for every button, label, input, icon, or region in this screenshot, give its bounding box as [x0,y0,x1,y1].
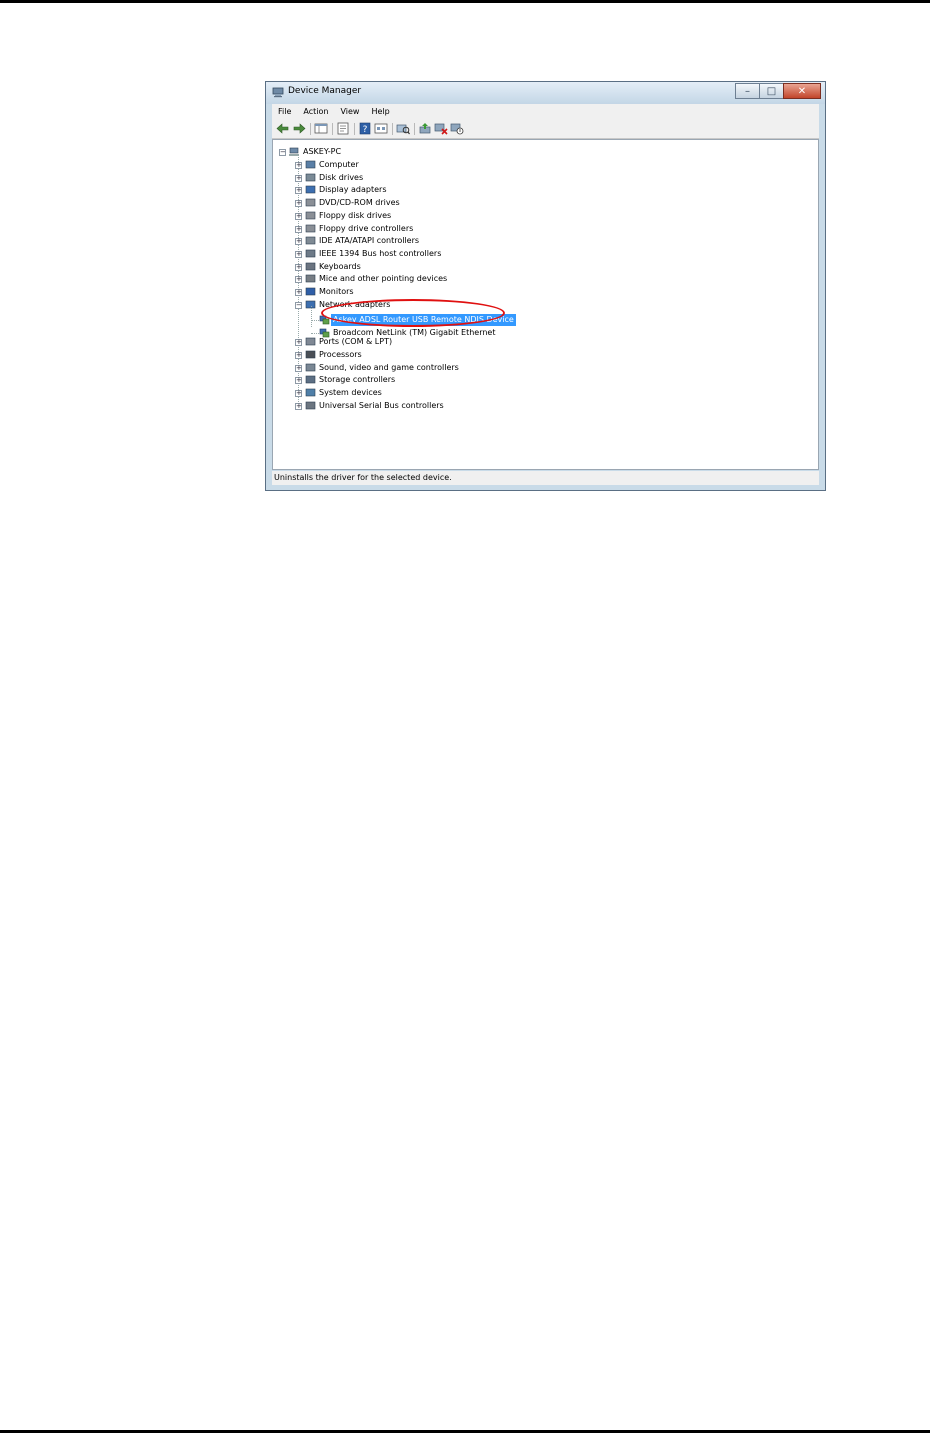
menu-action[interactable]: Action [297,104,334,116]
system-devices-icon [305,388,316,397]
tree-category-computer[interactable]: Computer [319,159,359,171]
tree-category-universal-serial-bus-controllers[interactable]: Universal Serial Bus controllers [319,400,444,412]
floppy-disk-drives-icon [305,211,316,220]
maximize-icon: □ [766,86,777,97]
device-manager-window: Device Manager – □ ✕ File Action View Help … [265,81,826,491]
tree-category-disk-drives[interactable]: Disk drives [319,172,363,184]
ide-ata-atapi-controllers-icon [305,236,316,245]
processors-icon [305,350,316,359]
toolbar-separator [414,123,415,135]
monitors-icon [305,287,316,296]
collapse-network-adapters-toggle[interactable]: − [295,302,302,309]
expand-processors-toggle[interactable]: + [295,352,302,359]
storage-controllers-icon [305,375,316,384]
menu-file[interactable]: File [272,104,297,116]
highlight-ring-annotation [321,299,505,327]
svg-text:?: ? [363,125,368,135]
expand-universal-serial-bus-controllers-toggle[interactable]: + [295,403,302,410]
window-title: Device Manager [288,86,362,96]
close-icon: ✕ [797,86,807,97]
expand-storage-controllers-toggle[interactable]: + [295,377,302,384]
minimize-icon: – [745,86,750,97]
expand-mice-and-other-pointing-devices-toggle[interactable]: + [295,276,302,283]
scan-hardware-icon[interactable] [396,122,410,135]
computer-root-icon [289,147,299,156]
floppy-drive-controllers-icon [305,224,316,233]
tree-category-storage-controllers[interactable]: Storage controllers [319,374,395,386]
tree-category-dvd-cd-rom-drives[interactable]: DVD/CD-ROM drives [319,197,400,209]
tree-category-processors[interactable]: Processors [319,349,362,361]
device-manager-icon [272,87,284,98]
toolbar-separator [332,123,333,135]
minimize-button[interactable]: – [735,83,760,99]
toolbar-separator [310,123,311,135]
tree-connector [311,320,319,321]
expand-monitors-toggle[interactable]: + [295,289,302,296]
title-bar[interactable]: Device Manager – □ ✕ [266,82,825,104]
disk-drives-icon [305,173,316,182]
computer-icon [305,160,316,169]
expand-keyboards-toggle[interactable]: + [295,264,302,271]
status-bar: Uninstalls the driver for the selected d… [272,471,819,485]
back-icon[interactable] [276,122,290,135]
expand-system-devices-toggle[interactable]: + [295,390,302,397]
close-button[interactable]: ✕ [783,83,821,99]
expand-ports-com-lpt-toggle[interactable]: + [295,339,302,346]
expand-disk-drives-toggle[interactable]: + [295,175,302,182]
tree-root-label[interactable]: ASKEY-PC [303,146,341,158]
disable-icon[interactable] [450,122,464,135]
toolbar-separator [354,123,355,135]
network-adapter-broadcom[interactable]: Broadcom NetLink (TM) Gigabit Ethernet [333,327,496,339]
tree-category-mice-and-other-pointing-devices[interactable]: Mice and other pointing devices [319,273,447,285]
tree-connector [311,333,319,334]
tree-category-keyboards[interactable]: Keyboards [319,261,361,273]
ports-com-lpt-icon [305,337,316,346]
tree-category-floppy-drive-controllers[interactable]: Floppy drive controllers [319,223,413,235]
tree-category-ide-ata-atapi-controllers[interactable]: IDE ATA/ATAPI controllers [319,235,419,247]
tree-category-floppy-disk-drives[interactable]: Floppy disk drives [319,210,391,222]
tree-category-system-devices[interactable]: System devices [319,387,382,399]
universal-serial-bus-controllers-icon [305,401,316,410]
ieee-1394-bus-host-controllers-icon [305,249,316,258]
menu-view[interactable]: View [334,104,365,116]
expand-floppy-disk-drives-toggle[interactable]: + [295,213,302,220]
tree-category-sound-video-and-game-controllers[interactable]: Sound, video and game controllers [319,362,459,374]
toolbar: ? [272,120,819,139]
update-driver-icon[interactable] [418,122,432,135]
display-adapters-icon [305,185,316,194]
network-adapter-icon [319,328,330,338]
tree-category-monitors[interactable]: Monitors [319,286,354,298]
properties-icon[interactable] [336,122,350,135]
expand-display-adapters-toggle[interactable]: + [295,187,302,194]
show-hide-console-tree-icon[interactable] [314,122,328,135]
collapse-root-toggle[interactable]: − [279,149,286,156]
keyboards-icon [305,262,316,271]
help-icon[interactable]: ? [358,122,372,135]
expand-ide-ata-atapi-controllers-toggle[interactable]: + [295,238,302,245]
uninstall-icon[interactable] [434,122,448,135]
dvd-cd-rom-drives-icon [305,198,316,207]
tree-category-ieee-1394-bus-host-controllers[interactable]: IEEE 1394 Bus host controllers [319,248,441,260]
view-icon[interactable] [374,122,388,135]
menu-help[interactable]: Help [365,104,395,116]
expand-sound-video-and-game-controllers-toggle[interactable]: + [295,365,302,372]
forward-icon[interactable] [292,122,306,135]
expand-ieee-1394-bus-host-controllers-toggle[interactable]: + [295,251,302,258]
page-top-rule [0,0,930,3]
sound-video-and-game-controllers-icon [305,363,316,372]
maximize-button[interactable]: □ [759,83,784,99]
network-branch-line [311,306,312,327]
toolbar-separator [392,123,393,135]
tree-category-display-adapters[interactable]: Display adapters [319,184,387,196]
menu-bar: File Action View Help [272,104,819,120]
expand-computer-toggle[interactable]: + [295,162,302,169]
mice-and-other-pointing-devices-icon [305,274,316,283]
expand-dvd-cd-rom-drives-toggle[interactable]: + [295,200,302,207]
expand-floppy-drive-controllers-toggle[interactable]: + [295,226,302,233]
